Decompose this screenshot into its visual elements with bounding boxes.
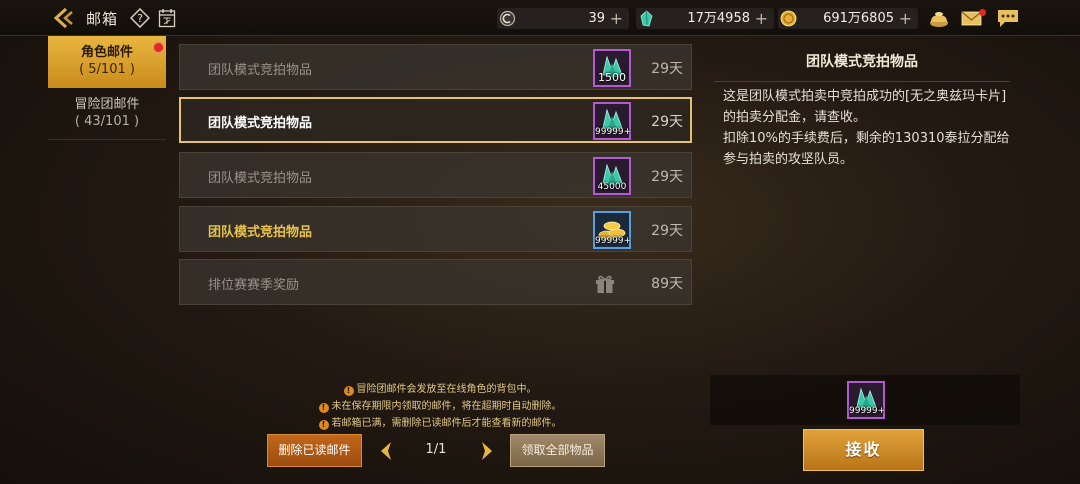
- mail-subject: 排位赛赛季奖励: [208, 278, 300, 293]
- claim-all-button[interactable]: 领取全部物品: [510, 434, 605, 467]
- tab-character-mail[interactable]: 角色邮件 ( 5/101 ): [48, 36, 166, 88]
- notice-line: ! 未在保存期限内领取的邮件，将在超期时自动删除。: [290, 397, 590, 413]
- attachment-qty: 99999+: [849, 406, 886, 416]
- mail-days-left: 29天: [651, 114, 683, 130]
- delete-read-button[interactable]: 删除已读邮件: [267, 434, 362, 467]
- mail-item-slot: 99999+: [593, 102, 631, 140]
- mail-row[interactable]: 团队模式竞拍物品 45000 29天: [179, 152, 692, 198]
- warning-icon: !: [318, 403, 329, 413]
- mail-item-qty: 99999+: [595, 127, 632, 137]
- prev-page-icon[interactable]: [378, 440, 394, 462]
- mail-item-slot: 1500: [593, 49, 631, 87]
- mail-subject: 团队模式竞拍物品: [208, 171, 313, 186]
- mail-item-slot: 45000: [593, 157, 631, 195]
- detail-body: 这是团队模式拍卖中竞拍成功的[无之奥兹玛卡片]的拍卖分配金，请查收。 扣除10%…: [723, 86, 1013, 170]
- warning-icon: !: [343, 386, 354, 396]
- notice-text: 若邮箱已满，需删除已读邮件后才能查看新的邮件。: [331, 418, 562, 429]
- help-icon[interactable]: ?: [130, 8, 150, 28]
- mail-days-left: 29天: [651, 169, 683, 185]
- notice-line: ! 若邮箱已满，需删除已读邮件后才能查看新的邮件。: [290, 414, 590, 430]
- treasure-pot-icon[interactable]: [928, 8, 950, 28]
- detail-body-paragraph: 这是团队模式拍卖中竞拍成功的[无之奥兹玛卡片]的拍卖分配金，请查收。: [723, 89, 1007, 125]
- tab-adventure-mail-count: ( 43/101 ): [74, 114, 140, 129]
- mail-alert-dot: [979, 9, 986, 16]
- mail-item-qty: 45000: [597, 182, 627, 192]
- mail-item-qty: 1500: [598, 71, 626, 84]
- currency-gold: 691万6805 +: [778, 8, 918, 29]
- gift-icon: [596, 275, 614, 293]
- mail-row[interactable]: 团队模式竞拍物品 1500 29天: [179, 44, 692, 90]
- notice-text: 未在保存期限内领取的邮件，将在超期时自动删除。: [331, 401, 562, 412]
- mail-days-left: 89天: [651, 276, 683, 292]
- attachment-item[interactable]: 99999+: [847, 381, 885, 419]
- gold-coin-icon: [780, 10, 797, 27]
- next-page-icon[interactable]: [479, 440, 495, 462]
- attachment-bar: 99999+: [710, 375, 1020, 425]
- detail-body-paragraph: 扣除10%的手续费后，剩余的130310泰拉分配给参与拍卖的攻坚队员。: [723, 131, 1010, 167]
- mail-subject: 团队模式竞拍物品: [208, 116, 313, 131]
- notice-text: 冒险团邮件会发放至在线角色的背包中。: [356, 384, 537, 395]
- warning-icon: !: [318, 420, 329, 430]
- page-indicator: 1/1: [425, 442, 447, 457]
- tab-character-mail-label: 角色邮件: [80, 45, 133, 60]
- tab-character-mail-count: ( 5/101 ): [79, 62, 135, 77]
- tab-adventure-mail-label: 冒险团邮件: [74, 97, 140, 112]
- currency-crystal: 17万4958 +: [636, 8, 774, 29]
- currency-ticket: 39 +: [497, 8, 629, 29]
- currency-crystal-value: 17万4958: [687, 11, 750, 26]
- add-crystal-button[interactable]: +: [755, 8, 768, 29]
- mail-subject: 团队模式竞拍物品: [208, 63, 313, 78]
- receive-button[interactable]: 接收: [803, 429, 924, 471]
- mail-item-qty: 99999+: [595, 236, 632, 246]
- mail-row[interactable]: 排位赛赛季奖励 89天: [179, 259, 692, 305]
- mail-subject: 团队模式竞拍物品: [208, 225, 313, 240]
- svg-text:?: ?: [137, 12, 143, 25]
- mail-days-left: 29天: [651, 223, 683, 239]
- mail-row[interactable]: 团队模式竞拍物品 99999+ 29天: [179, 206, 692, 252]
- mail-row[interactable]: 团队模式竞拍物品 99999+ 29天: [179, 97, 692, 143]
- mail-days-left: 29天: [651, 61, 683, 77]
- currency-gold-value: 691万6805: [823, 11, 894, 26]
- top-bar: 邮箱 ? 39 + 17万4958 + 691万6805 +: [0, 0, 1080, 36]
- chat-icon[interactable]: [997, 8, 1019, 28]
- mail-item-slot: 99999+: [593, 211, 631, 249]
- add-ticket-button[interactable]: +: [610, 8, 623, 29]
- tab-alert-dot: [153, 42, 164, 53]
- tab-adventure-mail[interactable]: 冒险团邮件 ( 43/101 ): [48, 88, 166, 140]
- currency-ticket-value: 39: [588, 11, 605, 26]
- ticket-coin-icon: [499, 10, 516, 27]
- add-gold-button[interactable]: +: [899, 8, 912, 29]
- calendar-icon[interactable]: [158, 8, 176, 28]
- notice-line: ! 冒险团邮件会发放至在线角色的背包中。: [290, 380, 590, 396]
- page-title: 邮箱: [86, 10, 119, 28]
- back-arrow-icon[interactable]: [52, 6, 78, 30]
- detail-title: 团队模式竞拍物品: [714, 44, 1010, 82]
- crystal-icon: [640, 10, 653, 27]
